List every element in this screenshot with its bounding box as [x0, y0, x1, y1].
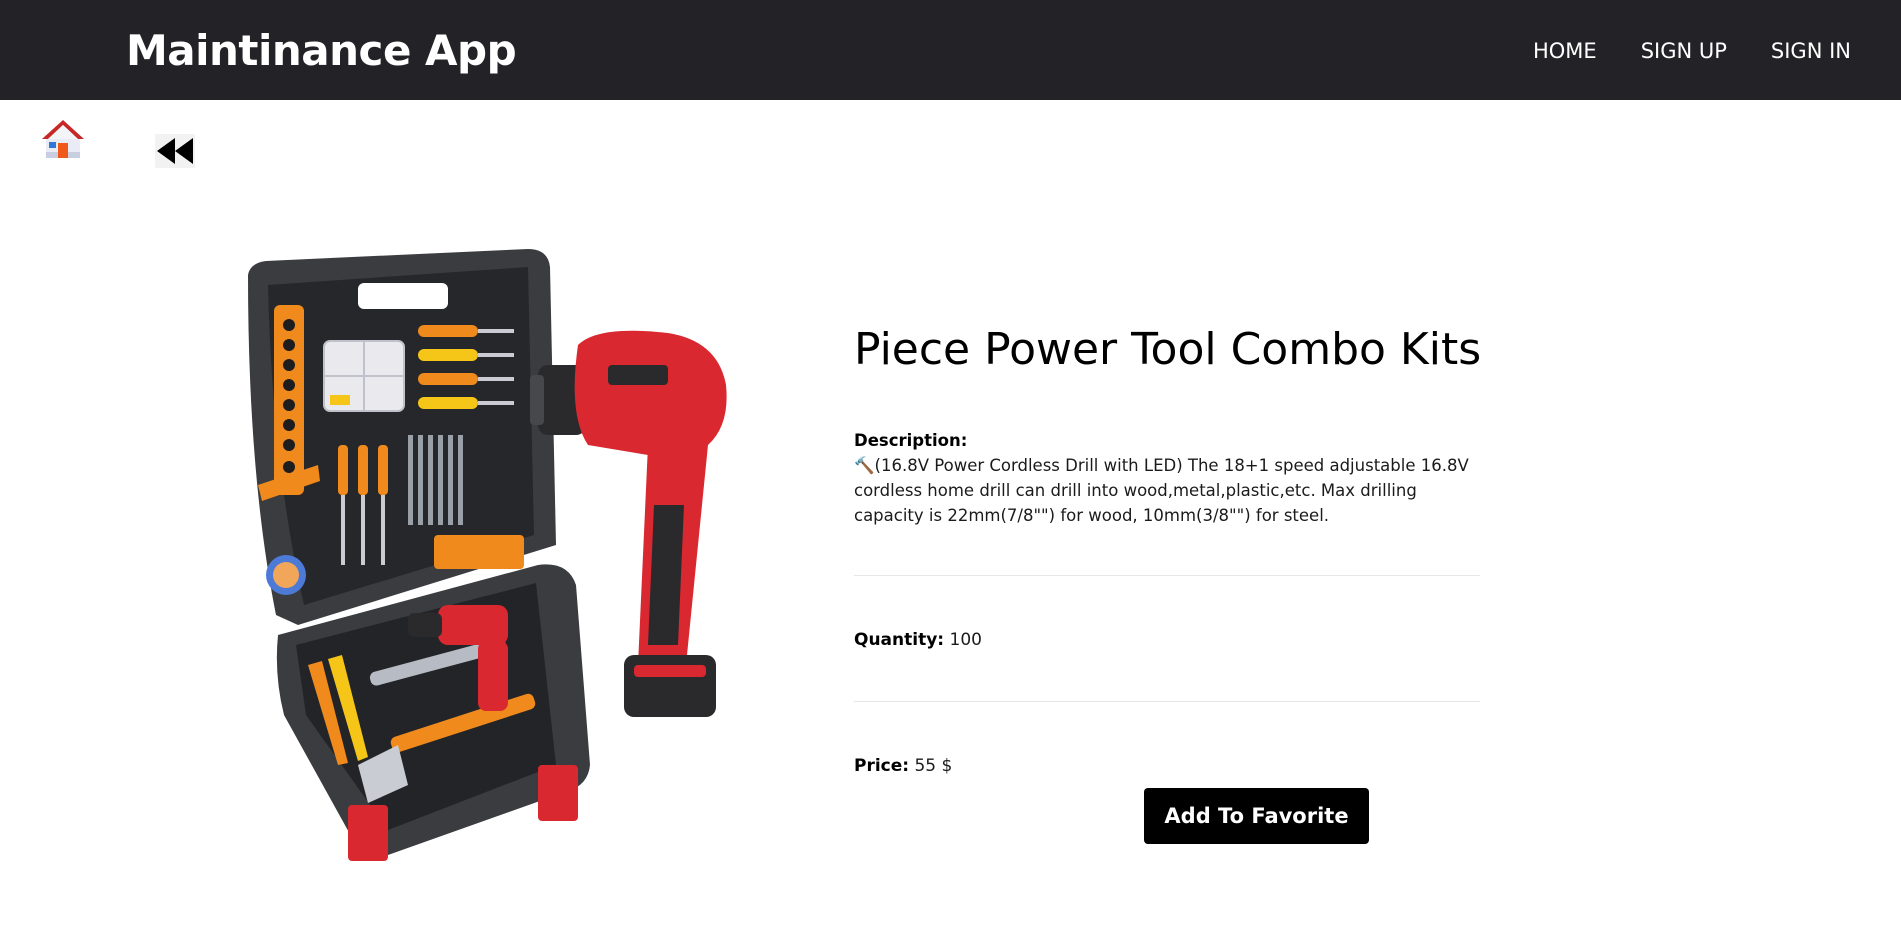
description-text: 🔨(16.8V Power Cordless Drill with LED) T…	[854, 456, 1469, 525]
nav-signup-link[interactable]: SIGN UP	[1641, 37, 1727, 65]
quantity-row: Quantity: 100	[854, 628, 982, 652]
nav-links: HOME SIGN UP SIGN IN	[1533, 37, 1851, 65]
house-icon	[42, 120, 84, 158]
tool-case-lid	[248, 249, 556, 625]
product-description: Description: 🔨(16.8V Power Cordless Dril…	[854, 428, 1480, 528]
add-to-favorite-button[interactable]: Add To Favorite	[1144, 788, 1369, 844]
nav-home-link[interactable]: HOME	[1533, 37, 1597, 65]
divider	[854, 701, 1480, 702]
product-title: Piece Power Tool Combo Kits	[854, 324, 1482, 375]
product-image	[248, 249, 727, 861]
price-row: Price: 55 $	[854, 754, 952, 778]
navbar: Maintinance App HOME SIGN UP SIGN IN	[0, 0, 1901, 100]
divider	[854, 575, 1480, 576]
quantity-value: 100	[949, 630, 982, 650]
quantity-label: Quantity:	[854, 630, 945, 650]
price-label: Price:	[854, 756, 910, 776]
description-label: Description:	[854, 431, 968, 450]
brand-title[interactable]: Maintinance App	[126, 26, 517, 76]
nav-signin-link[interactable]: SIGN IN	[1771, 37, 1851, 65]
rewind-icon	[157, 138, 193, 164]
home-button[interactable]	[40, 116, 86, 162]
price-value: 55 $	[914, 756, 953, 776]
back-button[interactable]	[155, 134, 195, 168]
